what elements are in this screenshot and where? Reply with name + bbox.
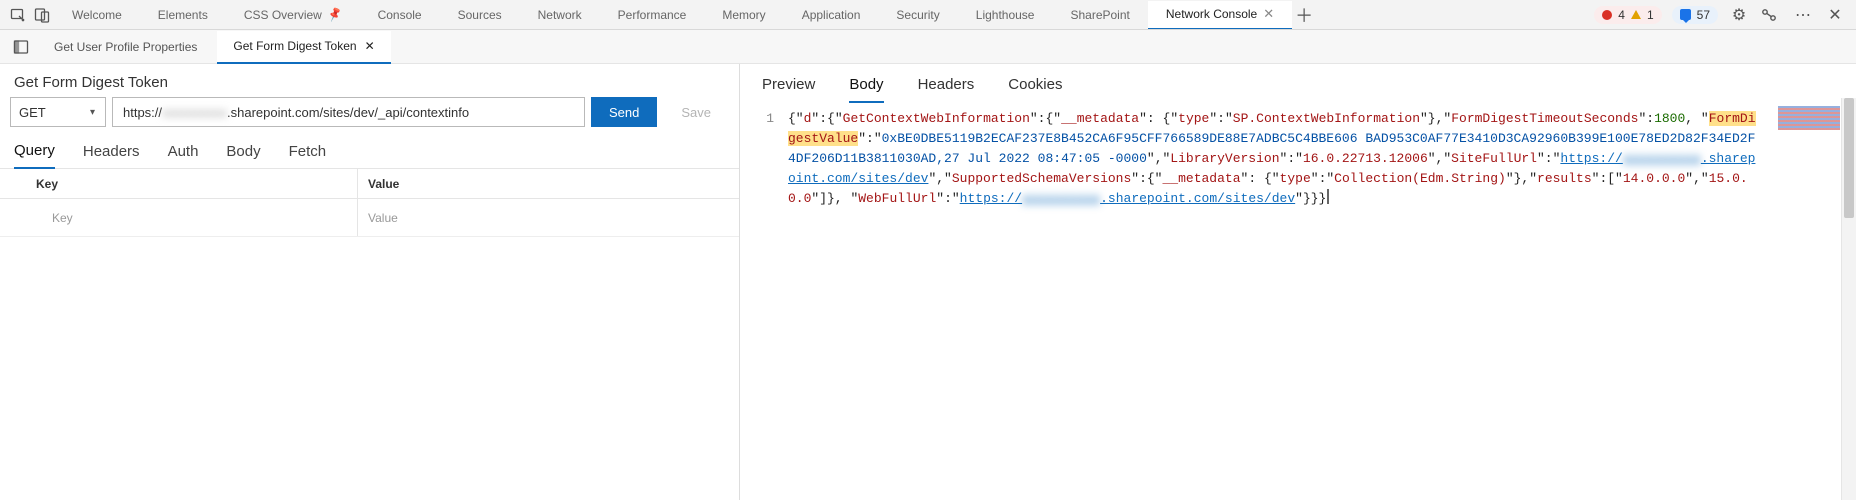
top-tab-network[interactable]: Network bbox=[520, 0, 600, 29]
req-tab-body[interactable]: Body bbox=[226, 143, 260, 168]
top-tab-security[interactable]: Security bbox=[878, 0, 957, 29]
more-menu-icon[interactable]: ⋯ bbox=[1792, 5, 1814, 25]
issues-pill[interactable]: 4 1 bbox=[1594, 6, 1661, 24]
save-button: Save bbox=[663, 97, 729, 127]
inspect-icon[interactable] bbox=[6, 3, 30, 27]
web-full-url-link[interactable]: https://xxxxxxxxxx.sharepoint.com/sites/… bbox=[960, 191, 1295, 206]
top-tab-performance[interactable]: Performance bbox=[600, 0, 705, 29]
error-dot-icon bbox=[1602, 10, 1612, 20]
req-tab-headers[interactable]: Headers bbox=[83, 143, 140, 168]
minimap[interactable] bbox=[1778, 106, 1840, 130]
close-icon[interactable]: ✕ bbox=[365, 39, 375, 53]
query-key-input[interactable]: Key bbox=[44, 199, 358, 236]
top-tab-memory[interactable]: Memory bbox=[704, 0, 783, 29]
top-tab-console[interactable]: Console bbox=[360, 0, 440, 29]
resp-tab-headers[interactable]: Headers bbox=[918, 76, 975, 103]
req-tab-query[interactable]: Query bbox=[14, 142, 55, 169]
send-button[interactable]: Send bbox=[591, 97, 657, 127]
top-tab-sources[interactable]: Sources bbox=[440, 0, 520, 29]
vertical-scrollbar[interactable] bbox=[1841, 98, 1856, 500]
top-tab-welcome[interactable]: Welcome bbox=[54, 0, 140, 29]
response-pane: Preview Body Headers Cookies 1 {"d":{"Ge… bbox=[740, 64, 1856, 500]
request-tabs: Query Headers Auth Body Fetch bbox=[0, 135, 739, 169]
url-blurred: xxxxxxxxxx bbox=[162, 105, 227, 120]
url-suffix: .sharepoint.com/sites/dev/_api/contextin… bbox=[227, 105, 469, 120]
line-number: 1 bbox=[766, 111, 774, 126]
main-split: Get Form Digest Token GET ▾ https://xxxx… bbox=[0, 64, 1856, 500]
sub-tab-get-form-digest[interactable]: Get Form Digest Token✕ bbox=[217, 31, 390, 64]
response-body-editor[interactable]: 1 {"d":{"GetContextWebInformation":{"__m… bbox=[740, 103, 1856, 500]
resp-tab-body[interactable]: Body bbox=[849, 76, 883, 103]
line-gutter: 1 bbox=[754, 109, 788, 500]
add-tab-button[interactable]: ＋ bbox=[1292, 3, 1316, 27]
top-tab-css-overview[interactable]: CSS Overview📌 bbox=[226, 0, 360, 29]
close-icon[interactable]: ✕ bbox=[1263, 6, 1274, 22]
request-row: GET ▾ https://xxxxxxxxxx.sharepoint.com/… bbox=[0, 97, 739, 135]
close-devtools-icon[interactable]: ✕ bbox=[1824, 5, 1846, 25]
error-count: 4 bbox=[1618, 8, 1625, 22]
resp-tab-cookies[interactable]: Cookies bbox=[1008, 76, 1062, 103]
message-count: 57 bbox=[1697, 8, 1710, 22]
activity-icon[interactable] bbox=[1760, 6, 1782, 24]
query-params-empty-row[interactable]: Key Value bbox=[0, 199, 739, 237]
devtools-top-bar: Welcome Elements CSS Overview📌 Console S… bbox=[0, 0, 1856, 30]
request-editor-pane: Get Form Digest Token GET ▾ https://xxxx… bbox=[0, 64, 740, 500]
req-tab-auth[interactable]: Auth bbox=[168, 143, 199, 168]
query-head-value: Value bbox=[358, 169, 739, 198]
sub-tab-get-user-profile[interactable]: Get User Profile Properties bbox=[38, 30, 213, 63]
query-params-header: Key Value bbox=[0, 169, 739, 199]
response-json[interactable]: {"d":{"GetContextWebInformation":{"__met… bbox=[788, 109, 1856, 500]
pin-icon: 📌 bbox=[326, 6, 343, 23]
request-url-input[interactable]: https://xxxxxxxxxx.sharepoint.com/sites/… bbox=[112, 97, 585, 127]
chevron-down-icon: ▾ bbox=[90, 107, 95, 118]
settings-gear-icon[interactable]: ⚙ bbox=[1728, 5, 1750, 25]
response-tabs: Preview Body Headers Cookies bbox=[740, 64, 1856, 103]
device-toggle-icon[interactable] bbox=[30, 3, 54, 27]
top-tab-strip: Welcome Elements CSS Overview📌 Console S… bbox=[54, 0, 1590, 29]
warning-triangle-icon bbox=[1631, 10, 1641, 19]
top-right-controls: 4 1 57 ⚙ ⋯ ✕ bbox=[1590, 5, 1850, 25]
http-method-value: GET bbox=[19, 105, 46, 120]
top-tab-sharepoint[interactable]: SharePoint bbox=[1052, 0, 1147, 29]
query-value-input[interactable]: Value bbox=[358, 199, 739, 236]
query-head-key: Key bbox=[28, 169, 358, 198]
top-tab-elements[interactable]: Elements bbox=[140, 0, 226, 29]
url-prefix: https:// bbox=[123, 105, 162, 120]
http-method-select[interactable]: GET ▾ bbox=[10, 97, 106, 127]
messages-pill[interactable]: 57 bbox=[1672, 6, 1718, 24]
network-console-subbar: Get User Profile Properties Get Form Dig… bbox=[0, 30, 1856, 64]
scrollbar-thumb[interactable] bbox=[1844, 98, 1854, 218]
toggle-side-panel-icon[interactable] bbox=[8, 34, 34, 60]
request-title: Get Form Digest Token bbox=[0, 64, 739, 97]
query-params-table: Key Value Key Value bbox=[0, 169, 739, 237]
text-cursor bbox=[1327, 189, 1329, 204]
top-tab-lighthouse[interactable]: Lighthouse bbox=[958, 0, 1053, 29]
message-bubble-icon bbox=[1680, 9, 1691, 20]
resp-tab-preview[interactable]: Preview bbox=[762, 76, 815, 103]
warning-count: 1 bbox=[1647, 8, 1654, 22]
req-tab-fetch[interactable]: Fetch bbox=[289, 143, 327, 168]
top-tab-application[interactable]: Application bbox=[784, 0, 879, 29]
top-tab-network-console[interactable]: Network Console✕ bbox=[1148, 1, 1292, 30]
